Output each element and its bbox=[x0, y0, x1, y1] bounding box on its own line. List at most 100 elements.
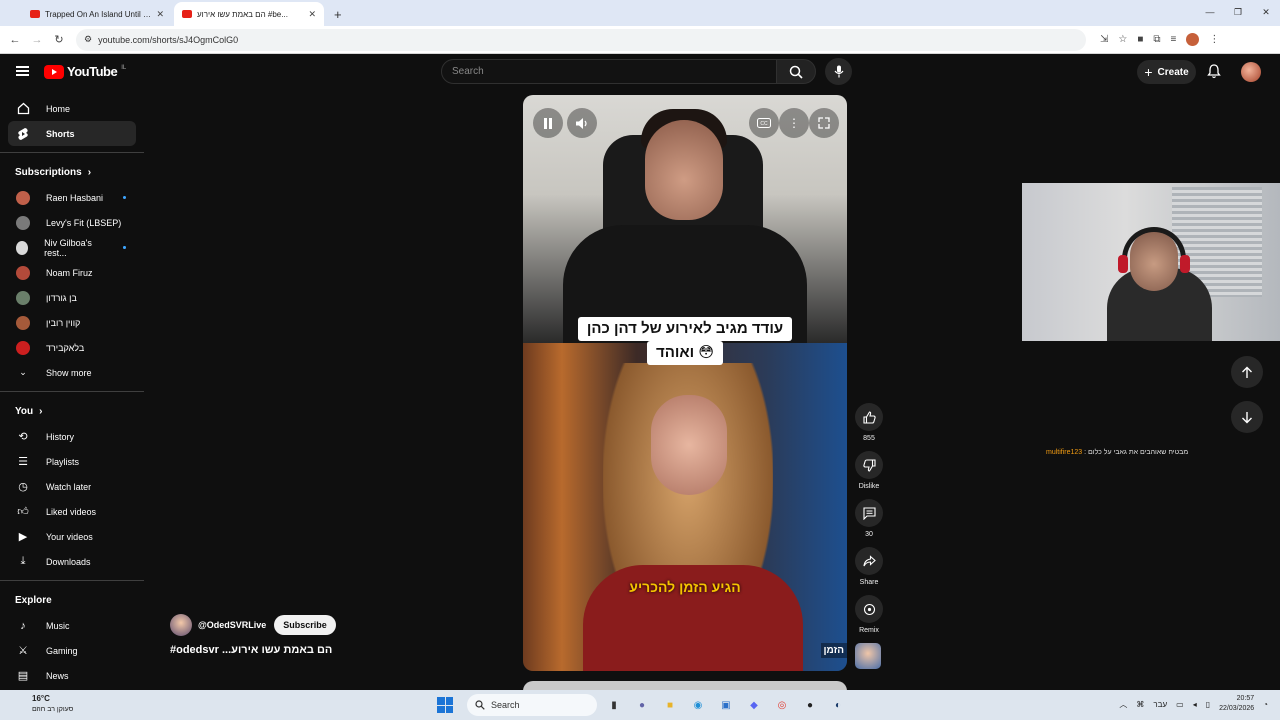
sidebar-item-downloads[interactable]: ⤓ Downloads bbox=[0, 549, 136, 574]
search-button[interactable] bbox=[776, 59, 816, 84]
browser-tab-2[interactable]: ‏הם באמת עשו אירוע‎ #be... ✕ bbox=[174, 2, 324, 26]
sidebar-item-home[interactable]: Home bbox=[0, 96, 136, 121]
youtube-logo[interactable]: YouTube IL bbox=[44, 64, 126, 79]
chrome-icon[interactable]: ◎ bbox=[771, 694, 793, 716]
youtube-page: YouTube IL + Create Home Shorts bbox=[0, 54, 1280, 693]
extension-icon[interactable]: ■ bbox=[1137, 34, 1143, 45]
search-input[interactable] bbox=[452, 66, 776, 77]
discord-icon[interactable]: ◆ bbox=[743, 694, 765, 716]
extensions-puzzle-icon[interactable]: ⧉ bbox=[1153, 34, 1160, 45]
dislike-button[interactable] bbox=[855, 451, 883, 479]
subscription-item[interactable]: Levy's Fit (LBSEP) bbox=[0, 210, 136, 235]
channel-avatar[interactable] bbox=[170, 614, 192, 636]
sidebar-item-label: Liked videos bbox=[46, 506, 97, 517]
install-icon[interactable]: ⇲ bbox=[1100, 34, 1108, 45]
browser-toolbar: ← → ↻ ⚙ youtube.com/shorts/sJ4OgmColG0 ⇲… bbox=[0, 26, 1280, 54]
voice-search-button[interactable] bbox=[825, 58, 852, 85]
media-control-icon[interactable]: ≡ bbox=[1171, 34, 1177, 45]
news-icon: ▤ bbox=[17, 670, 29, 682]
store-icon[interactable]: ▣ bbox=[715, 694, 737, 716]
dislike-action: Dislike bbox=[854, 451, 884, 490]
sidebar-item-shorts[interactable]: Shorts bbox=[8, 121, 136, 146]
new-tab-button[interactable]: + bbox=[334, 2, 342, 26]
notification-center-icon[interactable]: ◔ bbox=[1263, 700, 1268, 709]
weather-widget[interactable]: 16°C סעוקן רב חוזם bbox=[12, 694, 73, 715]
search-icon bbox=[789, 65, 803, 79]
windows-start-icon[interactable] bbox=[437, 697, 453, 713]
sidebar-item-liked-videos[interactable]: 👍︎ Liked videos bbox=[0, 499, 136, 524]
edge-icon[interactable]: ◉ bbox=[687, 694, 709, 716]
close-window-icon[interactable]: ✕ bbox=[1252, 0, 1280, 24]
subscriptions-header[interactable]: Subscriptions › bbox=[0, 159, 144, 185]
shorts-actions: 855 Dislike 30 Share Remix bbox=[854, 403, 884, 669]
show-more-button[interactable]: ⌄ Show more bbox=[0, 360, 136, 385]
subscription-item[interactable]: Noam Firuz bbox=[0, 260, 136, 285]
subscription-item[interactable]: Raen Hasbani bbox=[0, 185, 136, 210]
sidebar: Home Shorts Subscriptions › Raen Hasbani… bbox=[0, 96, 144, 688]
close-tab-icon[interactable]: ✕ bbox=[308, 9, 316, 20]
notifications-button[interactable] bbox=[1207, 64, 1221, 84]
share-button[interactable] bbox=[855, 547, 883, 575]
sidebar-item-history[interactable]: ⟲ History bbox=[0, 424, 136, 449]
profile-icon[interactable] bbox=[1186, 33, 1200, 46]
comments-button[interactable] bbox=[855, 499, 883, 527]
back-icon[interactable]: ← bbox=[4, 34, 26, 46]
fullscreen-button[interactable] bbox=[809, 108, 839, 138]
remix-button[interactable] bbox=[855, 595, 883, 623]
you-header[interactable]: You › bbox=[0, 398, 144, 424]
subscription-item[interactable]: בלאקבירד bbox=[0, 335, 136, 360]
subscription-item[interactable]: קווין רובין bbox=[0, 310, 136, 335]
previous-short-button[interactable] bbox=[1231, 356, 1263, 388]
browser-tab-1[interactable]: Trapped On An Island Until I Bu ✕ bbox=[22, 2, 172, 26]
captions-button[interactable]: CC bbox=[749, 108, 779, 138]
menu-dots-icon[interactable]: ⋮ bbox=[1209, 34, 1219, 45]
chevron-up-icon[interactable]: ︿ bbox=[1119, 699, 1127, 710]
minimize-icon[interactable]: — bbox=[1196, 0, 1224, 24]
display-icon[interactable]: ▭ bbox=[1176, 700, 1184, 709]
short-title[interactable]: #odedsvr ...הם באמת עשו אירוע bbox=[170, 644, 336, 656]
subscription-item[interactable]: בן גורדון bbox=[0, 285, 136, 310]
site-info-icon[interactable]: ⚙ bbox=[84, 34, 92, 45]
battery-icon[interactable]: ▯ bbox=[1206, 700, 1210, 709]
subscription-item[interactable]: Niv Gilboa's rest... bbox=[0, 235, 136, 260]
volume-button[interactable] bbox=[567, 108, 597, 138]
teams-icon[interactable]: ● bbox=[631, 694, 653, 716]
clock[interactable]: 20:57 22/03/2026 bbox=[1219, 694, 1254, 714]
share-icon bbox=[862, 554, 876, 566]
maximize-icon[interactable]: ❐ bbox=[1224, 0, 1252, 24]
channel-handle[interactable]: @OdedSVRLive bbox=[198, 620, 266, 630]
reload-icon[interactable]: ↻ bbox=[48, 33, 70, 46]
speaker-icon[interactable]: ◂ bbox=[1193, 700, 1197, 709]
like-button[interactable] bbox=[855, 403, 883, 431]
forward-icon[interactable]: → bbox=[26, 34, 48, 46]
sidebar-item-playlists[interactable]: ☰ Playlists bbox=[0, 449, 136, 474]
sidebar-item-news[interactable]: ▤ News bbox=[0, 663, 136, 688]
shorts-video-player[interactable]: עודד מגיב לאירוע של דהן כהן ואוהד 😳 הגיע… bbox=[523, 95, 847, 671]
sidebar-item-music[interactable]: ♪ Music bbox=[0, 613, 136, 638]
subscribe-button[interactable]: Subscribe bbox=[274, 615, 336, 635]
more-options-button[interactable]: ⋮ bbox=[779, 108, 809, 138]
create-button[interactable]: + Create bbox=[1137, 60, 1196, 84]
close-tab-icon[interactable]: ✕ bbox=[156, 9, 164, 20]
sidebar-item-label: Show more bbox=[46, 367, 92, 378]
address-bar[interactable]: ⚙ youtube.com/shorts/sJ4OgmColG0 bbox=[76, 28, 1086, 51]
plus-icon: + bbox=[1144, 64, 1153, 80]
sidebar-item-gaming[interactable]: ⚔ Gaming bbox=[0, 638, 136, 663]
next-short-button[interactable] bbox=[1231, 401, 1263, 433]
sidebar-item-your-videos[interactable]: ▶ Your videos bbox=[0, 524, 136, 549]
short-metadata: @OdedSVRLive Subscribe #odedsvr ...הם בא… bbox=[170, 614, 336, 656]
sound-thumbnail[interactable] bbox=[855, 643, 881, 669]
bookmark-star-icon[interactable]: ☆ bbox=[1118, 34, 1127, 45]
search-box[interactable] bbox=[441, 59, 777, 84]
account-avatar[interactable] bbox=[1241, 62, 1261, 82]
taskbar-search[interactable]: Search bbox=[467, 694, 597, 716]
task-view-icon[interactable]: ▮ bbox=[603, 694, 625, 716]
language-indicator[interactable]: עבר bbox=[1153, 700, 1167, 709]
sidebar-item-watch-later[interactable]: ◷ Watch later bbox=[0, 474, 136, 499]
pause-button[interactable] bbox=[533, 108, 563, 138]
file-explorer-icon[interactable]: ■ bbox=[659, 694, 681, 716]
steam-icon[interactable]: ◐ bbox=[827, 694, 849, 716]
hamburger-menu-icon[interactable] bbox=[16, 66, 29, 76]
microphone-icon[interactable]: ⌘ bbox=[1136, 700, 1144, 709]
obs-icon[interactable]: ● bbox=[799, 694, 821, 716]
